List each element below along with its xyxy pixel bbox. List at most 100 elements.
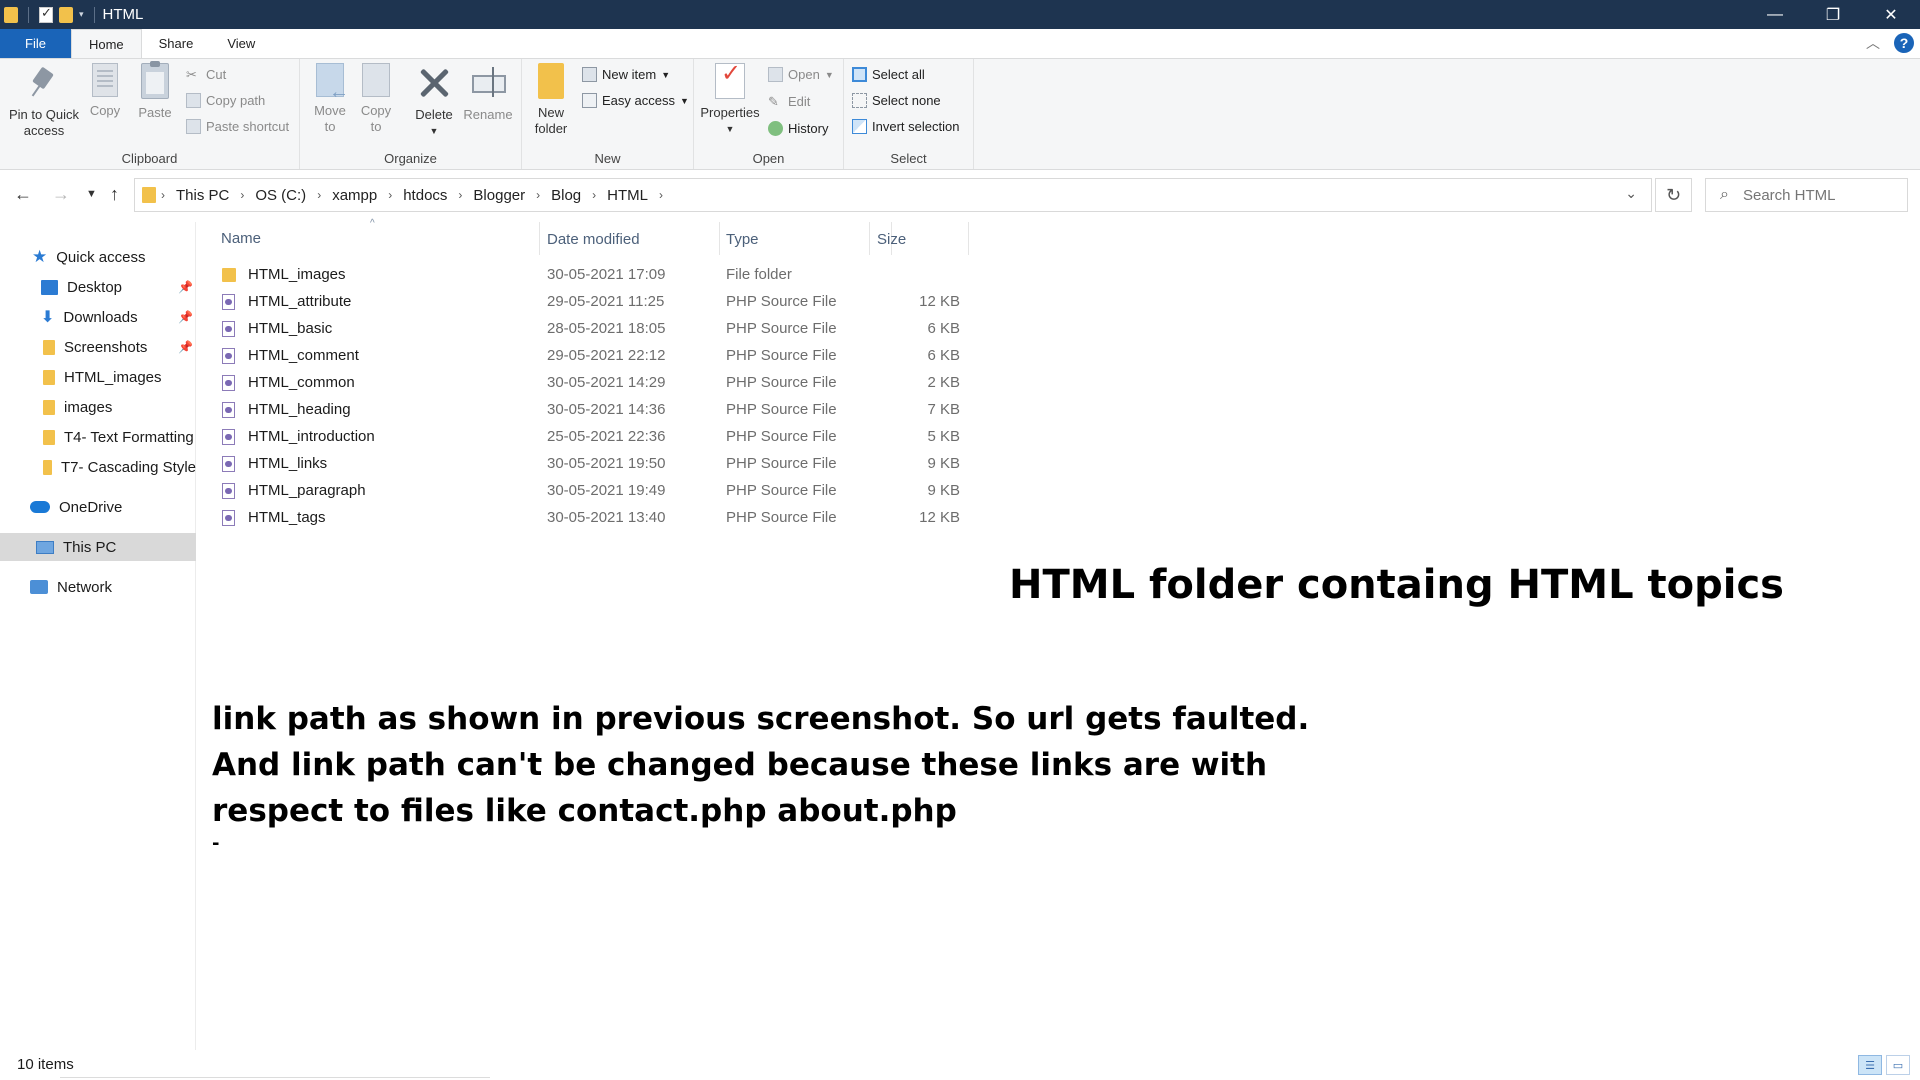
window-title: HTML (102, 6, 144, 23)
restore-button[interactable]: ❐ (1804, 0, 1862, 29)
new-folder-icon[interactable] (59, 6, 73, 23)
open-button[interactable]: Open ▼ (768, 67, 834, 82)
pin-icon[interactable]: 📌 (178, 310, 193, 324)
file-row[interactable]: HTML_tags 30-05-2021 13:40 PHP Source File… (196, 505, 996, 532)
move-to-button[interactable]: Move to (310, 63, 350, 135)
edit-button[interactable]: ✎ Edit (768, 94, 810, 109)
address-bar[interactable]: › This PC › OS (C:) › xampp › htdocs › B… (134, 178, 1652, 212)
nav-item-html-images[interactable]: HTML_images (0, 363, 196, 391)
up-button[interactable]: ↑ (110, 184, 119, 205)
network-icon (30, 580, 48, 594)
address-dropdown-icon[interactable]: ⌄ (1625, 185, 1637, 202)
refresh-button[interactable]: ↻ (1655, 178, 1692, 212)
breadcrumb-this-pc[interactable]: This PC (170, 187, 235, 204)
tab-home[interactable]: Home (70, 29, 142, 58)
chevron-right-icon[interactable]: › (156, 188, 170, 202)
tab-view[interactable]: View (210, 29, 272, 58)
breadcrumb-htdocs[interactable]: htdocs (397, 187, 453, 204)
copy-path-icon (186, 93, 201, 108)
cut-button[interactable]: ✂ Cut (186, 67, 226, 82)
item-count: 10 items (17, 1056, 74, 1073)
breadcrumb-blog[interactable]: Blog (545, 187, 587, 204)
chevron-right-icon[interactable]: › (312, 188, 326, 202)
copy-path-button[interactable]: Copy path (186, 93, 265, 108)
chevron-right-icon[interactable]: › (453, 188, 467, 202)
column-type-label[interactable]: Type (726, 231, 759, 248)
status-bar: 10 items ☰ ▭ (0, 1050, 1920, 1080)
breadcrumb-xampp[interactable]: xampp (326, 187, 383, 204)
breadcrumb-blogger[interactable]: Blogger (467, 187, 531, 204)
large-icons-view-button[interactable]: ▭ (1886, 1055, 1910, 1075)
invert-selection-button[interactable]: Invert selection (852, 119, 959, 134)
file-row[interactable]: HTML_attribute 29-05-2021 11:25 PHP Source… (196, 289, 996, 316)
recent-locations-icon[interactable]: ▼ (86, 188, 97, 200)
forward-button[interactable]: → (52, 184, 70, 205)
minimize-ribbon-icon[interactable]: ︿ (1866, 33, 1880, 53)
nav-item-t4-text-formatting[interactable]: T4- Text Formatting (0, 423, 196, 451)
history-button[interactable]: History (768, 121, 828, 136)
pin-to-quick-access-button[interactable]: Pin to Quick access (6, 63, 82, 139)
file-type: PHP Source File (726, 509, 837, 526)
search-input[interactable] (1742, 186, 1893, 204)
file-row[interactable]: HTML_heading 30-05-2021 14:36 PHP Source F… (196, 397, 996, 424)
file-row[interactable]: HTML_comment 29-05-2021 22:12 PHP Source F… (196, 343, 996, 370)
close-button[interactable]: ✕ (1862, 0, 1920, 29)
column-size-label[interactable]: Size (877, 231, 906, 248)
copy-button[interactable]: Copy (84, 63, 126, 119)
nav-item-images[interactable]: images (0, 393, 196, 421)
chevron-right-icon[interactable]: › (531, 188, 545, 202)
new-folder-button[interactable]: New folder (530, 63, 572, 137)
paste-button[interactable]: Paste (134, 61, 176, 121)
column-header-name[interactable]: Name ^ (196, 218, 540, 255)
nav-item-downloads[interactable]: ⬇ Downloads 📌 (0, 303, 196, 331)
file-row[interactable]: HTML_images 30-05-2021 17:09 File folder (196, 262, 996, 289)
tab-file[interactable]: File (0, 29, 71, 58)
details-view-button[interactable]: ☰ (1858, 1055, 1882, 1075)
search-box[interactable]: ⌕ (1705, 178, 1908, 212)
customize-toolbar-icon[interactable]: ▾ (79, 9, 84, 20)
view-buttons: ☰ ▭ (1858, 1055, 1910, 1075)
file-row[interactable]: HTML_basic 28-05-2021 18:05 PHP Source Fil… (196, 316, 996, 343)
paste-shortcut-button[interactable]: Paste shortcut (186, 119, 289, 134)
delete-dropdown-icon[interactable]: ▼ (412, 123, 456, 139)
select-all-button[interactable]: Select all (852, 67, 925, 82)
chevron-right-icon[interactable]: › (587, 188, 601, 202)
chevron-right-icon[interactable]: › (235, 188, 249, 202)
nav-quick-access[interactable]: ★ Quick access (0, 243, 196, 271)
rename-button[interactable]: Rename (462, 63, 514, 123)
help-icon[interactable]: ? (1894, 33, 1914, 53)
nav-item-desktop[interactable]: Desktop 📌 (0, 273, 196, 301)
chevron-right-icon[interactable]: › (654, 188, 668, 202)
nav-onedrive[interactable]: OneDrive (0, 493, 196, 521)
nav-network[interactable]: Network (0, 573, 196, 601)
breadcrumb-html[interactable]: HTML (601, 187, 654, 204)
file-row[interactable]: HTML_paragraph 30-05-2021 19:49 PHP Source… (196, 478, 996, 505)
easy-access-button[interactable]: Easy access ▼ (582, 93, 689, 108)
file-row[interactable]: HTML_common 30-05-2021 14:29 PHP Source Fi… (196, 370, 996, 397)
select-none-button[interactable]: Select none (852, 93, 941, 108)
properties-icon[interactable] (39, 5, 53, 23)
paste-label: Paste (138, 105, 172, 120)
copy-to-button[interactable]: Copy to (356, 63, 396, 135)
computer-icon (36, 540, 54, 554)
properties-button[interactable]: Properties ▼ (698, 63, 762, 137)
new-item-button[interactable]: New item ▼ (582, 67, 670, 82)
delete-button[interactable]: Delete ▼ (412, 63, 456, 139)
back-button[interactable]: ← (14, 184, 32, 205)
file-row[interactable]: HTML_introduction 25-05-2021 22:36 PHP Sou… (196, 424, 996, 451)
pin-icon[interactable]: 📌 (178, 340, 193, 354)
column-date-label[interactable]: Date modified (547, 231, 640, 248)
minimize-button[interactable]: — (1746, 0, 1804, 29)
pin-icon[interactable]: 📌 (178, 280, 193, 294)
breadcrumb-os-c[interactable]: OS (C:) (249, 187, 312, 204)
nav-item-t7-cascading-style[interactable]: T7- Cascading Style (0, 453, 196, 481)
nav-this-pc[interactable]: This PC (0, 533, 196, 561)
file-row[interactable]: HTML_links 30-05-2021 19:50 PHP Source Fil… (196, 451, 996, 478)
select-all-icon (852, 67, 867, 82)
properties-dropdown-icon[interactable]: ▼ (698, 121, 762, 137)
nav-label: Network (57, 578, 113, 596)
file-size: 6 KB (927, 320, 960, 337)
nav-item-screenshots[interactable]: Screenshots 📌 (0, 333, 196, 361)
tab-share[interactable]: Share (142, 29, 211, 58)
chevron-right-icon[interactable]: › (383, 188, 397, 202)
